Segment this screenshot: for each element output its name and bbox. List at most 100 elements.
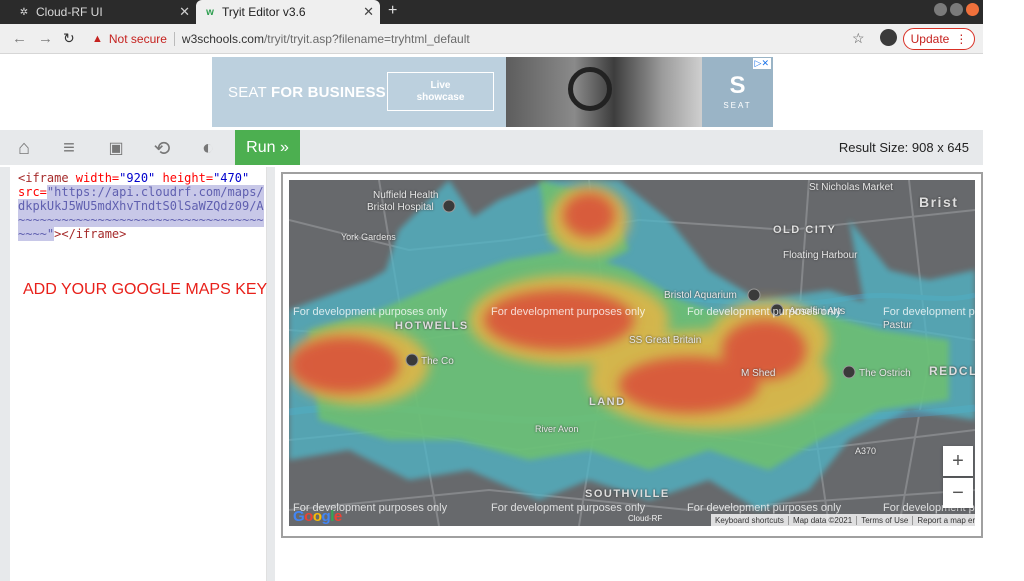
map-label-st-nicholas: St Nicholas Market bbox=[809, 182, 893, 193]
map-label-river-avon: River Avon bbox=[535, 424, 579, 434]
google-letter: o bbox=[312, 508, 322, 525]
map-label-floating-harbour: Floating Harbour bbox=[783, 250, 858, 261]
google-letter: G bbox=[293, 508, 305, 525]
map-label-the-cottage: The Co bbox=[421, 356, 454, 367]
close-window-icon[interactable] bbox=[966, 3, 979, 16]
tab-strip: ✲ Cloud-RF UI ✕ w Tryit Editor v3.6 ✕ + bbox=[0, 0, 983, 24]
code-close-tag: ></iframe> bbox=[54, 227, 127, 241]
pane-splitter[interactable] bbox=[267, 167, 275, 581]
page-content: SEAT FOR BUSINESS Live showcase S SEAT ▷… bbox=[0, 54, 983, 581]
tab-close-icon[interactable]: ✕ bbox=[363, 4, 374, 20]
dev-watermark: For development purposes only bbox=[491, 306, 646, 318]
window-controls bbox=[934, 3, 979, 16]
ostrich-pin-icon bbox=[842, 365, 856, 379]
update-button[interactable]: Update ⋮ bbox=[903, 28, 975, 50]
ad-brand-bold: FOR BUSINESS bbox=[270, 84, 386, 101]
map-label-bristol-aquarium: Bristol Aquarium bbox=[664, 290, 737, 301]
url-text: w3schools.com/tryit/tryit.asp?filename=t… bbox=[182, 32, 470, 46]
hospital-pin-icon bbox=[442, 199, 456, 213]
code-line-3: dkpkUkJ5WU5mdXhvTndtS0lSaWZQdz09/A bbox=[18, 199, 266, 213]
code-line-1: <iframe width="920" height="470" bbox=[18, 171, 266, 185]
contrast-icon[interactable]: ◐ bbox=[196, 137, 220, 159]
advert-banner[interactable]: SEAT FOR BUSINESS Live showcase S SEAT ▷… bbox=[212, 57, 773, 127]
code-src-val-1: "https://api.cloudrf.com/maps/ bbox=[46, 185, 264, 199]
save-icon[interactable]: ▣ bbox=[104, 137, 128, 159]
map-label-bristol: Brist bbox=[919, 194, 959, 210]
adchoices-icon[interactable]: ▷✕ bbox=[752, 58, 771, 69]
steering-wheel-shape bbox=[568, 67, 612, 111]
forward-arrow-icon[interactable]: → bbox=[38, 30, 53, 47]
tab-tryit[interactable]: w Tryit Editor v3.6 ✕ bbox=[196, 0, 380, 24]
zoom-out-button[interactable]: − bbox=[943, 478, 973, 508]
menu-icon[interactable]: ≡ bbox=[57, 137, 81, 159]
google-letter: o bbox=[304, 508, 313, 525]
update-label: Update bbox=[910, 32, 950, 46]
code-editor[interactable]: <iframe width="920" height="470" src="ht… bbox=[10, 167, 267, 581]
map-label-redcliffe: REDCLI bbox=[929, 364, 975, 378]
minimize-icon[interactable] bbox=[934, 3, 947, 16]
tab-label: Tryit Editor v3.6 bbox=[222, 5, 306, 19]
terms-of-use-link[interactable]: Terms of Use bbox=[857, 515, 914, 525]
code-open-tag: <iframe bbox=[18, 171, 69, 185]
maximize-icon[interactable] bbox=[950, 3, 963, 16]
map-label-york-gardens: York Gardens bbox=[341, 232, 396, 242]
map-label-pastures: Pastur bbox=[883, 320, 912, 331]
browser-window: ✲ Cloud-RF UI ✕ w Tryit Editor v3.6 ✕ + … bbox=[0, 0, 983, 581]
address-bar[interactable]: ▲ Not secure w3schools.com/tryit/tryit.a… bbox=[86, 28, 876, 50]
code-width-val: "920" bbox=[119, 171, 156, 185]
google-maps-key-note: ADD YOUR GOOGLE MAPS KEY bbox=[23, 281, 268, 298]
ad-logo-text: SEAT bbox=[723, 101, 752, 110]
dev-watermark: For development purposes only bbox=[883, 306, 975, 318]
aquarium-pin-icon bbox=[747, 288, 761, 302]
profile-icon[interactable] bbox=[880, 29, 897, 46]
report-map-error-link[interactable]: Report a map erro bbox=[913, 516, 975, 525]
tab-close-icon[interactable]: ✕ bbox=[179, 4, 190, 20]
code-height-attr: height= bbox=[155, 171, 214, 185]
coverage-map[interactable]: Nuffield Health Bristol Hospital St Nich… bbox=[289, 180, 975, 526]
code-line-2: src="https://api.cloudrf.com/maps/ bbox=[18, 185, 266, 199]
result-iframe: Nuffield Health Bristol Hospital St Nich… bbox=[281, 172, 983, 538]
code-line-5: ~~~~"></iframe> bbox=[18, 227, 266, 241]
map-label-old-city: OLD CITY bbox=[773, 224, 837, 236]
code-src-val-3: ~~~~~~~~~~~~~~~~~~~~~~~~~~~~~~~~~~ bbox=[18, 213, 264, 227]
ad-cta-button[interactable]: Live showcase bbox=[387, 72, 494, 111]
ad-car-interior-image bbox=[506, 57, 702, 127]
map-label-southville: SOUTHVILLE bbox=[585, 488, 670, 500]
ad-cta-line2: showcase bbox=[416, 91, 465, 103]
map-label-nuffield-1: Nuffield Health bbox=[373, 190, 439, 201]
map-label-nuffield-2: Bristol Hospital bbox=[367, 202, 434, 213]
editor-toolbar: ⌂ ≡ ▣ ⟲ ◐ Run » Result Size: 908 x 645 bbox=[0, 130, 983, 165]
zoom-in-button[interactable]: + bbox=[943, 446, 973, 476]
browser-toolbar: ← → ↻ ▲ Not secure w3schools.com/tryit/t… bbox=[0, 24, 983, 54]
ad-brand: SEAT FOR BUSINESS bbox=[228, 84, 386, 101]
desktop-gutter bbox=[983, 0, 1024, 581]
w3schools-favicon-icon: w bbox=[206, 6, 214, 18]
back-arrow-icon[interactable]: ← bbox=[12, 30, 27, 47]
url-path: /tryit/tryit.asp?filename=tryhtml_defaul… bbox=[263, 32, 470, 46]
rotate-icon[interactable]: ⟲ bbox=[150, 137, 174, 160]
keyboard-shortcuts-link[interactable]: Keyboard shortcuts bbox=[711, 515, 789, 525]
home-icon[interactable]: ⌂ bbox=[12, 137, 36, 159]
new-tab-button[interactable]: + bbox=[388, 2, 397, 20]
code-line-4: ~~~~~~~~~~~~~~~~~~~~~~~~~~~~~~~~~~ bbox=[18, 213, 266, 227]
seat-s-logo-icon: S bbox=[729, 72, 746, 99]
map-footer: Keyboard shortcuts Map data ©2021 Terms … bbox=[711, 514, 975, 526]
star-icon[interactable]: ☆ bbox=[852, 30, 865, 47]
kebab-menu-icon: ⋮ bbox=[955, 32, 968, 46]
google-letter: g bbox=[321, 508, 331, 525]
map-label-m-shed: M Shed bbox=[741, 368, 776, 379]
map-label-spike-island: LAND bbox=[589, 396, 626, 408]
pub-pin-icon bbox=[405, 353, 419, 367]
google-logo: Google bbox=[293, 508, 342, 525]
address-separator bbox=[173, 32, 175, 46]
dev-watermark: For development purposes only bbox=[491, 502, 646, 514]
not-secure-label: Not secure bbox=[108, 32, 167, 46]
cloudrf-credit: Cloud-RF bbox=[628, 514, 663, 523]
map-data-label: Map data ©2021 bbox=[789, 515, 858, 525]
code-width-attr: width= bbox=[68, 171, 120, 185]
tab-cloudrf[interactable]: ✲ Cloud-RF UI ✕ bbox=[10, 0, 196, 24]
reload-icon[interactable]: ↻ bbox=[63, 30, 75, 47]
dev-watermark: For development purposes only bbox=[687, 502, 842, 514]
run-button[interactable]: Run » bbox=[235, 130, 300, 165]
ad-brand-light: SEAT bbox=[228, 84, 267, 101]
